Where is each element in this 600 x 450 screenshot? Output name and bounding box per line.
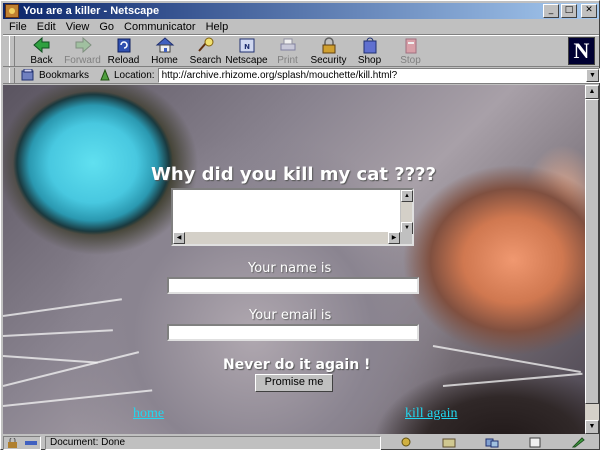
home-button[interactable]: Home — [144, 35, 185, 67]
cat-whisker — [3, 329, 113, 337]
shop-icon — [360, 37, 380, 54]
menu-go[interactable]: Go — [99, 21, 114, 33]
page-scroll-down-icon[interactable]: ▼ — [585, 420, 599, 434]
back-button[interactable]: Back — [21, 35, 62, 67]
cat-whisker — [3, 355, 98, 364]
message-textarea[interactable]: ▲ ▼ ◀ ▶ — [171, 188, 414, 246]
page-heading: Why did you kill my cat ???? — [151, 164, 437, 185]
email-input[interactable] — [167, 324, 419, 341]
back-icon — [32, 37, 52, 54]
maximize-button[interactable]: □ — [561, 4, 577, 18]
never-again-text: Never do it again ! — [223, 357, 371, 373]
toolbar-grip[interactable] — [9, 36, 15, 66]
security-button[interactable]: Security — [308, 35, 349, 67]
page-scroll-up-icon[interactable]: ▲ — [585, 85, 599, 99]
email-label: Your email is — [249, 308, 332, 323]
window-title: You are a killer - Netscape — [23, 5, 160, 17]
minimize-button[interactable]: _ — [543, 4, 559, 18]
menu-bar: File Edit View Go Communicator Help — [3, 20, 599, 34]
netscape-window-icon[interactable] — [5, 4, 19, 18]
cat-whisker — [442, 372, 583, 387]
stop-button[interactable]: Stop — [390, 35, 431, 67]
name-label: Your name is — [248, 261, 332, 276]
url-field[interactable]: http://archive.rhizome.org/splash/mouche… — [157, 67, 600, 83]
newsgroups-icon[interactable] — [485, 437, 499, 448]
stop-icon — [401, 37, 421, 54]
composer-icon[interactable] — [571, 437, 585, 448]
navigation-toolbar: Back Forward Reload Home Search N Netsca… — [3, 34, 599, 67]
print-button[interactable]: Print — [267, 35, 308, 67]
reload-icon — [114, 37, 134, 54]
menu-edit[interactable]: Edit — [37, 21, 56, 33]
forward-icon — [73, 37, 93, 54]
reload-button[interactable]: Reload — [103, 35, 144, 67]
scroll-right-icon[interactable]: ▶ — [388, 232, 400, 244]
location-toolbar: Bookmarks Location: http://archive.rhizo… — [3, 67, 600, 84]
name-input[interactable] — [167, 277, 419, 294]
home-link[interactable]: home — [133, 406, 164, 422]
close-button[interactable]: ✕ — [581, 4, 597, 18]
page-scroll-thumb[interactable] — [585, 99, 599, 404]
title-bar[interactable]: You are a killer - Netscape _ □ ✕ — [3, 3, 599, 19]
forward-button[interactable]: Forward — [62, 35, 103, 67]
scroll-up-icon[interactable]: ▲ — [401, 190, 413, 202]
menu-view[interactable]: View — [66, 21, 90, 33]
connection-indicator — [3, 435, 41, 450]
promise-me-button[interactable]: Promise me — [255, 374, 333, 392]
browser-window: You are a killer - Netscape _ □ ✕ File E… — [0, 0, 600, 450]
online-icon[interactable] — [24, 438, 38, 448]
textarea-hscrollbar[interactable]: ◀ ▶ — [173, 232, 400, 244]
home-icon — [155, 37, 175, 54]
security-lock-icon[interactable] — [6, 437, 20, 448]
status-text: Document: Done — [45, 435, 381, 450]
netscape-button[interactable]: N Netscape — [225, 35, 268, 67]
security-icon — [319, 37, 339, 54]
url-dropdown-icon[interactable]: ▼ — [586, 68, 599, 82]
component-bar — [385, 436, 599, 450]
textarea-vscrollbar[interactable]: ▲ ▼ — [400, 190, 413, 234]
shop-button[interactable]: Shop — [349, 35, 390, 67]
scroll-left-icon[interactable]: ◀ — [173, 232, 185, 244]
search-icon — [196, 37, 216, 54]
mail-icon[interactable] — [442, 437, 456, 448]
bookmarks-icon[interactable] — [21, 69, 35, 81]
navigator-icon[interactable] — [399, 437, 413, 448]
address-book-icon[interactable] — [528, 437, 542, 448]
cat-whisker — [3, 389, 153, 407]
page-proxy-icon[interactable] — [99, 69, 111, 81]
menu-file[interactable]: File — [9, 21, 27, 33]
menu-communicator[interactable]: Communicator — [124, 21, 196, 33]
status-bar: Document: Done — [3, 435, 599, 450]
menu-help[interactable]: Help — [206, 21, 229, 33]
cat-whisker — [432, 345, 581, 374]
netscape-icon: N — [237, 37, 257, 54]
bookmarks-button[interactable]: Bookmarks — [39, 70, 89, 81]
kill-again-link[interactable]: kill again — [405, 406, 458, 422]
location-grip[interactable] — [9, 67, 15, 83]
print-icon — [278, 37, 298, 54]
textarea-corner — [400, 232, 412, 244]
location-label: Location: — [113, 69, 155, 81]
svg-text:N: N — [244, 43, 250, 51]
page-vscrollbar[interactable]: ▲ ▼ — [585, 85, 599, 434]
search-button[interactable]: Search — [185, 35, 226, 67]
page-content: Why did you kill my cat ???? ▲ ▼ ◀ ▶ You… — [3, 85, 585, 434]
netscape-logo[interactable]: N — [568, 37, 595, 65]
cat-whisker — [3, 298, 122, 317]
